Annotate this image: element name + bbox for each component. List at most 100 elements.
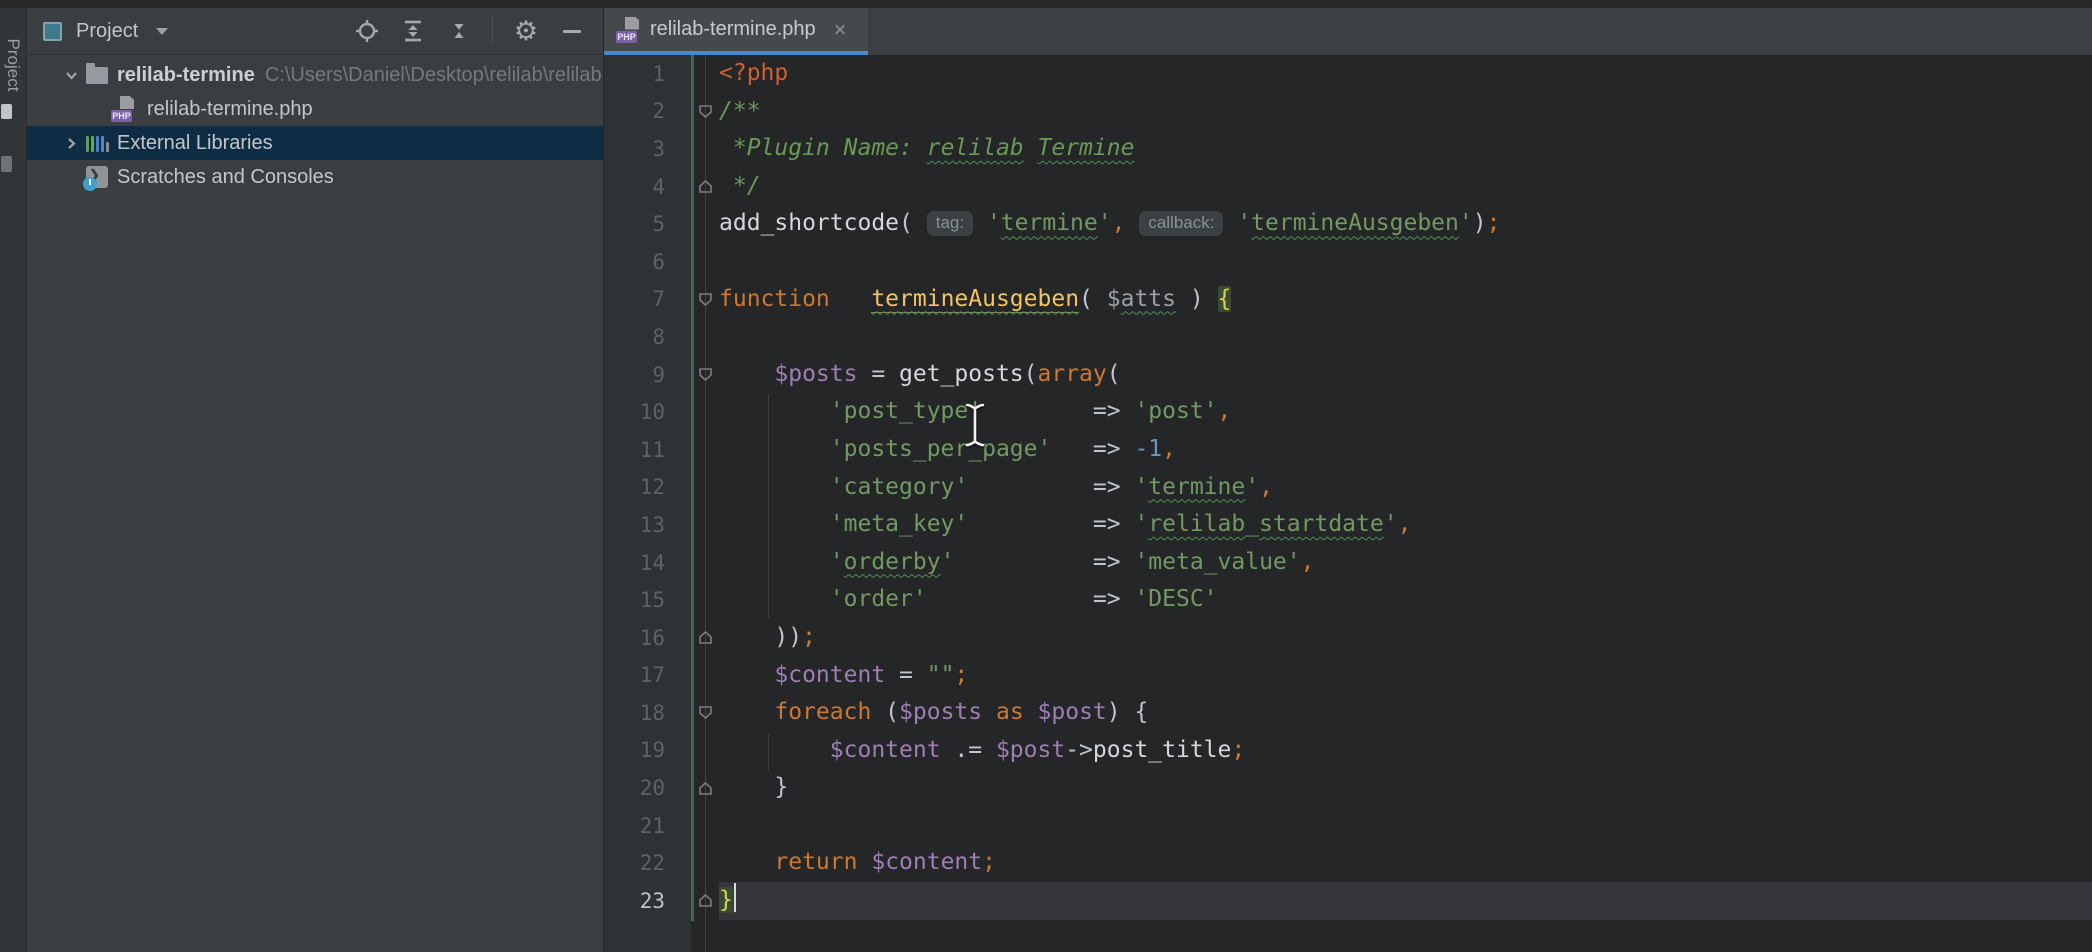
tab-relilab-termine[interactable]: PHP relilab-termine.php × [604, 8, 868, 51]
code-text[interactable]: 'meta_key' => 'relilab_startdate', [719, 506, 2092, 544]
tree-item-relilab-termine[interactable]: relilab-termineC:\Users\Daniel\Desktop\r… [27, 58, 603, 92]
code-line-2[interactable]: 2 /** [604, 93, 2092, 131]
code-text[interactable]: return $content; [719, 844, 2092, 882]
chevron-right-icon[interactable] [57, 136, 85, 151]
code-line-9[interactable]: 9 $posts = get_posts(array( [604, 356, 2092, 394]
code-text[interactable]: foreach ($posts as $post) { [719, 694, 2092, 732]
fold-marker-end-icon[interactable] [691, 179, 719, 194]
project-panel-title[interactable]: Project [76, 20, 138, 43]
line-number[interactable]: 15 [604, 588, 691, 612]
code-text[interactable]: function termineAusgeben( $atts ) { [719, 281, 2092, 319]
line-number[interactable]: 20 [604, 776, 691, 800]
project-panel: Project [27, 8, 603, 952]
line-number[interactable]: 6 [604, 250, 691, 274]
code-line-14[interactable]: 14 'orderby' => 'meta_value', [604, 544, 2092, 582]
line-number[interactable]: 7 [604, 287, 691, 311]
fold-marker-start-icon[interactable] [691, 104, 719, 119]
code-text[interactable]: *Plugin Name: relilab Termine [719, 130, 2092, 168]
line-number[interactable]: 5 [604, 212, 691, 236]
line-number[interactable]: 2 [604, 99, 691, 123]
line-number[interactable]: 18 [604, 701, 691, 725]
code-text[interactable]: 'category' => 'termine', [719, 469, 2092, 507]
chevron-down-icon[interactable] [154, 26, 170, 36]
line-number[interactable]: 9 [604, 363, 691, 387]
line-number[interactable]: 17 [604, 663, 691, 687]
code-line-7[interactable]: 7 function termineAusgeben( $atts ) { [604, 281, 2092, 319]
fold-marker-end-icon[interactable] [691, 630, 719, 645]
code-line-19[interactable]: 19 $content .= $post->post_title; [604, 732, 2092, 770]
fold-marker-start-icon[interactable] [691, 705, 719, 720]
collapse-all-icon[interactable] [446, 18, 472, 44]
locate-icon[interactable] [354, 18, 380, 44]
code-line-20[interactable]: 20 } [604, 769, 2092, 807]
line-number[interactable]: 12 [604, 475, 691, 499]
line-number[interactable]: 14 [604, 551, 691, 575]
stripe-tool-icon-2[interactable] [1, 156, 12, 172]
line-number[interactable]: 4 [604, 175, 691, 199]
code-line-23[interactable]: 23 } [604, 882, 2092, 920]
editor-tab-bar: PHP relilab-termine.php × [604, 8, 2092, 55]
code-line-22[interactable]: 22 return $content; [604, 844, 2092, 882]
code-text[interactable]: add_shortcode( tag: 'termine', callback:… [719, 205, 2092, 243]
line-number[interactable]: 21 [604, 814, 691, 838]
line-number[interactable]: 16 [604, 626, 691, 650]
hide-panel-icon[interactable] [559, 18, 585, 44]
code-line-8[interactable]: 8 [604, 318, 2092, 356]
stripe-tool-icon[interactable] [1, 104, 12, 119]
code-line-13[interactable]: 13 'meta_key' => 'relilab_startdate', [604, 506, 2092, 544]
code-lines: 1<?php2 /**3 *Plugin Name: relilab Termi… [604, 55, 2092, 920]
php-file-icon: PHP [616, 17, 640, 43]
code-text[interactable]: /** [719, 93, 2092, 131]
line-number[interactable]: 19 [604, 738, 691, 762]
tree-item-scratches-and-consoles[interactable]: ❯Scratches and Consoles [27, 160, 603, 194]
code-line-11[interactable]: 11 'posts_per_page' => -1, [604, 431, 2092, 469]
code-line-12[interactable]: 12 'category' => 'termine', [604, 469, 2092, 507]
fold-marker-start-icon[interactable] [691, 367, 719, 382]
tree-item-relilab-termine-php[interactable]: PHPrelilab-termine.php [27, 92, 603, 126]
close-icon[interactable]: × [834, 19, 847, 41]
tree-item-external-libraries[interactable]: External Libraries [27, 126, 603, 160]
line-number[interactable]: 23 [604, 889, 691, 913]
code-text[interactable]: $posts = get_posts(array( [719, 356, 2092, 394]
code-text[interactable]: 'post_type' => 'post', [719, 393, 2092, 431]
settings-gear-icon[interactable]: ⚙ [513, 18, 539, 44]
chevron-down-icon[interactable] [57, 68, 85, 83]
expand-all-icon[interactable] [400, 18, 426, 44]
php-icon: PHP [115, 97, 139, 121]
code-line-17[interactable]: 17 $content = ""; [604, 657, 2092, 695]
line-number[interactable]: 8 [604, 325, 691, 349]
code-text[interactable]: <?php [719, 55, 2092, 93]
code-line-4[interactable]: 4 */ [604, 168, 2092, 206]
code-line-10[interactable]: 10 'post_type' => 'post', [604, 393, 2092, 431]
fold-marker-end-icon[interactable] [691, 781, 719, 796]
code-text[interactable]: 'orderby' => 'meta_value', [719, 544, 2092, 582]
stripe-project-button[interactable]: Project [3, 39, 23, 92]
line-number[interactable]: 3 [604, 137, 691, 161]
code-line-18[interactable]: 18 foreach ($posts as $post) { [604, 694, 2092, 732]
line-number[interactable]: 10 [604, 400, 691, 424]
code-line-3[interactable]: 3 *Plugin Name: relilab Termine [604, 130, 2092, 168]
code-text[interactable]: 'posts_per_page' => -1, [719, 431, 2092, 469]
code-line-6[interactable]: 6 [604, 243, 2092, 281]
code-text[interactable]: */ [719, 168, 2092, 206]
code-line-5[interactable]: 5 add_shortcode( tag: 'termine', callback… [604, 205, 2092, 243]
line-number[interactable]: 1 [604, 62, 691, 86]
code-line-15[interactable]: 15 'order' => 'DESC' [604, 581, 2092, 619]
code-text[interactable]: $content .= $post->post_title; [719, 732, 2092, 770]
project-panel-header: Project [27, 8, 603, 55]
code-text[interactable]: } [719, 769, 2092, 807]
code-editor[interactable]: 1<?php2 /**3 *Plugin Name: relilab Termi… [604, 55, 2092, 952]
line-number[interactable]: 22 [604, 851, 691, 875]
toolbar-divider [492, 16, 493, 46]
code-text[interactable]: )); [719, 619, 2092, 657]
code-line-1[interactable]: 1 <?php [604, 55, 2092, 93]
code-text[interactable]: } [719, 882, 2092, 920]
code-line-16[interactable]: 16 )); [604, 619, 2092, 657]
fold-marker-start-icon[interactable] [691, 292, 719, 307]
code-line-21[interactable]: 21 [604, 807, 2092, 845]
line-number[interactable]: 11 [604, 438, 691, 462]
fold-marker-end-icon[interactable] [691, 893, 719, 908]
line-number[interactable]: 13 [604, 513, 691, 537]
code-text[interactable]: $content = ""; [719, 657, 2092, 695]
code-text[interactable]: 'order' => 'DESC' [719, 581, 2092, 619]
